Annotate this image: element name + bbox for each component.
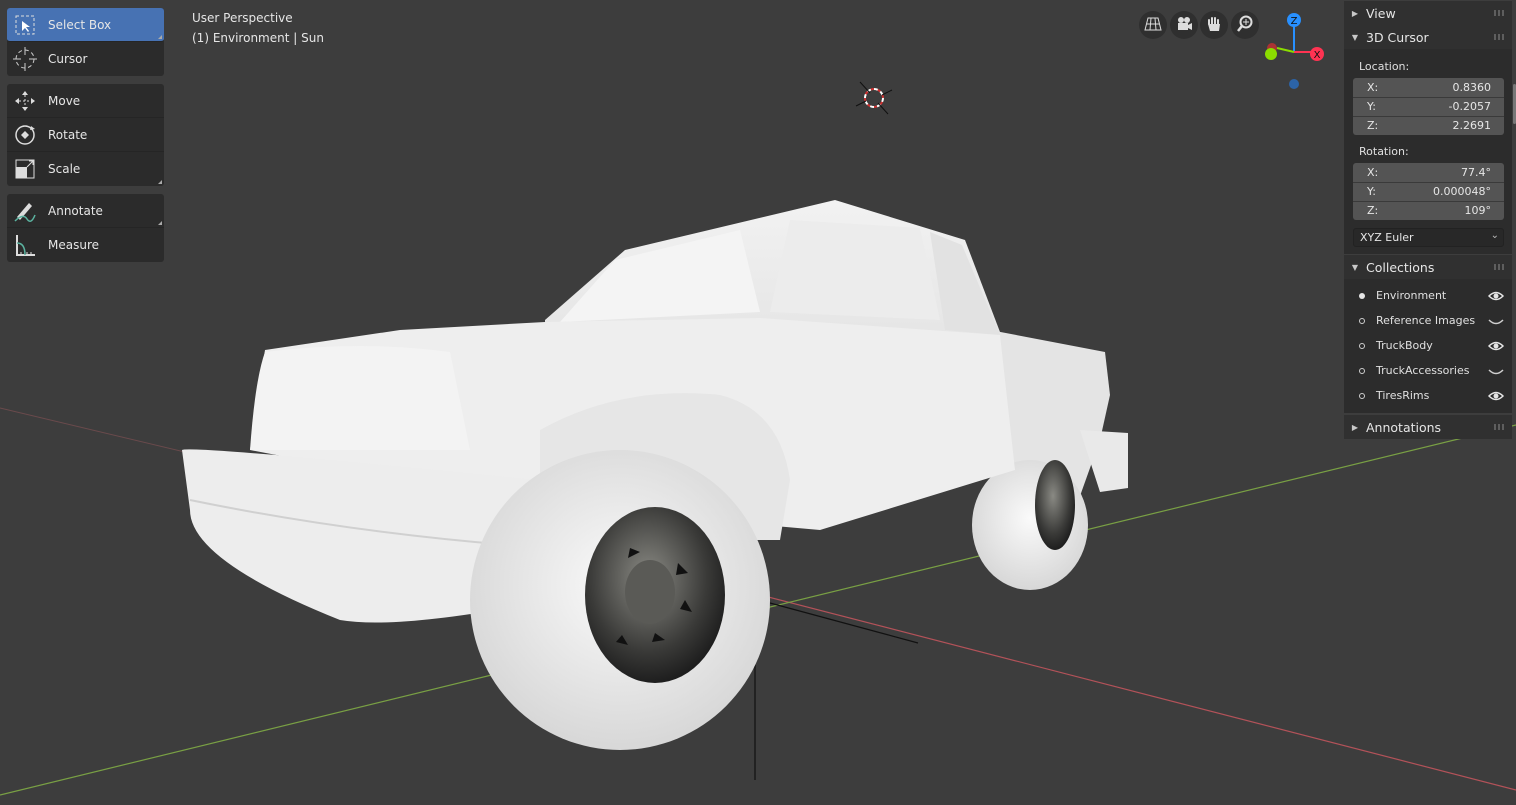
drag-grip-icon[interactable]: [1494, 424, 1506, 430]
rotate-label: Rotate: [48, 127, 88, 142]
rotation-x-field[interactable]: X: 77.4°: [1353, 163, 1504, 182]
inactive-dot-icon: [1359, 393, 1365, 399]
measure-icon: [11, 231, 39, 259]
toggle-grid-button[interactable]: [1139, 11, 1167, 39]
camera-icon: [1175, 15, 1193, 36]
3d-cursor-header-label: 3D Cursor: [1366, 29, 1429, 45]
annotate-tool[interactable]: Annotate: [7, 194, 164, 228]
eye-open-icon[interactable]: [1488, 339, 1504, 353]
neg-z-axis-handle: [1289, 79, 1299, 89]
inactive-dot-icon: [1359, 368, 1365, 374]
svg-text:X: X: [1314, 50, 1321, 61]
grid-view-icon: [1144, 15, 1162, 36]
eye-closed-icon[interactable]: [1488, 314, 1504, 328]
collection-item-tiresrims[interactable]: TiresRims: [1344, 384, 1512, 409]
scene-render[interactable]: [0, 0, 1516, 805]
chevron-down-icon: ⌄: [1490, 230, 1499, 241]
drag-grip-icon[interactable]: [1494, 264, 1506, 270]
scale-tool[interactable]: Scale: [7, 152, 164, 186]
inactive-dot-icon: [1359, 343, 1365, 349]
move-tool[interactable]: Move: [7, 84, 164, 118]
collapsed-arrow-icon: ▶: [1351, 8, 1359, 18]
annotate-label: Annotate: [48, 203, 103, 218]
expanded-arrow-icon: ▼: [1351, 32, 1359, 42]
scale-icon: [11, 155, 39, 183]
collection-item-reference-images[interactable]: Reference Images: [1344, 309, 1512, 334]
navigation-gizmo[interactable]: Z X: [1255, 8, 1335, 98]
eye-open-icon[interactable]: [1488, 389, 1504, 403]
expanded-arrow-icon: ▼: [1351, 262, 1359, 272]
svg-text:Z: Z: [1291, 16, 1298, 27]
rotation-y-field[interactable]: Y: 0.000048°: [1353, 182, 1504, 201]
perspective-label: User Perspective: [192, 11, 293, 25]
tool-group-select: Select Box Cursor: [7, 8, 164, 76]
measure-tool[interactable]: Measure: [7, 228, 164, 262]
select-box-icon: [11, 11, 39, 39]
eye-closed-icon[interactable]: [1488, 364, 1504, 378]
select-box-label: Select Box: [48, 17, 112, 32]
collections-header-label: Collections: [1366, 259, 1435, 275]
pan-view-button[interactable]: [1200, 11, 1228, 39]
sidebar-panel: ▶ View ▼ 3D Cursor Location: X: 0.8360 Y…: [1344, 0, 1512, 805]
collection-item-environment[interactable]: Environment: [1344, 284, 1512, 309]
collapsed-arrow-icon: ▶: [1351, 422, 1359, 432]
3d-cursor-marker: [855, 81, 893, 115]
cursor-icon: [11, 45, 39, 73]
collections-panel-body: Environment Reference Images TruckBody T…: [1344, 279, 1512, 413]
drag-grip-icon[interactable]: [1494, 10, 1506, 16]
collection-item-truckbody[interactable]: TruckBody: [1344, 334, 1512, 359]
move-icon: [11, 87, 39, 115]
inactive-dot-icon: [1359, 318, 1365, 324]
collection-item-truckaccessories[interactable]: TruckAccessories: [1344, 359, 1512, 384]
3d-cursor-panel-body: Location: X: 0.8360 Y: -0.2057 Z: 2.2691…: [1344, 49, 1512, 254]
location-z-field[interactable]: Z: 2.2691: [1353, 116, 1504, 135]
location-label: Location:: [1359, 60, 1410, 73]
tool-group-transform: Move Rotate Scale: [7, 84, 164, 186]
y-axis-handle: [1265, 48, 1277, 60]
context-label: (1) Environment | Sun: [192, 31, 324, 45]
drag-grip-icon[interactable]: [1494, 34, 1506, 40]
scale-label: Scale: [48, 162, 81, 176]
3d-viewport[interactable]: Select Box Cursor Move Rotate Scale Anno…: [0, 0, 1516, 805]
rotation-mode-dropdown[interactable]: XYZ Euler ⌄: [1353, 228, 1504, 247]
3d-cursor-panel-header[interactable]: ▼ 3D Cursor: [1344, 25, 1512, 49]
active-dot-icon: [1359, 293, 1365, 299]
move-label: Move: [48, 93, 81, 108]
annotate-icon: [11, 197, 39, 225]
cursor-tool[interactable]: Cursor: [7, 42, 164, 76]
view-panel-header[interactable]: ▶ View: [1344, 1, 1512, 25]
collections-panel-header[interactable]: ▼ Collections: [1344, 255, 1512, 279]
view-header-label: View: [1366, 5, 1396, 21]
annotations-header-label: Annotations: [1366, 419, 1442, 435]
location-y-field[interactable]: Y: -0.2057: [1353, 97, 1504, 116]
measure-label: Measure: [48, 238, 99, 252]
rotate-icon: [11, 121, 39, 149]
annotations-panel-header[interactable]: ▶ Annotations: [1344, 415, 1512, 439]
location-x-field[interactable]: X: 0.8360: [1353, 78, 1504, 97]
eye-open-icon[interactable]: [1488, 289, 1504, 303]
zoom-icon: [1236, 15, 1254, 36]
tool-group-annotate: Annotate Measure: [7, 194, 164, 262]
camera-view-button[interactable]: [1170, 11, 1198, 39]
hand-pan-icon: [1205, 15, 1223, 36]
rotation-z-field[interactable]: Z: 109°: [1353, 201, 1504, 220]
truck-model: [182, 200, 1128, 750]
select-box-tool[interactable]: Select Box: [7, 8, 164, 42]
rotate-tool[interactable]: Rotate: [7, 118, 164, 152]
rotation-label: Rotation:: [1359, 145, 1409, 158]
cursor-label: Cursor: [48, 52, 88, 66]
